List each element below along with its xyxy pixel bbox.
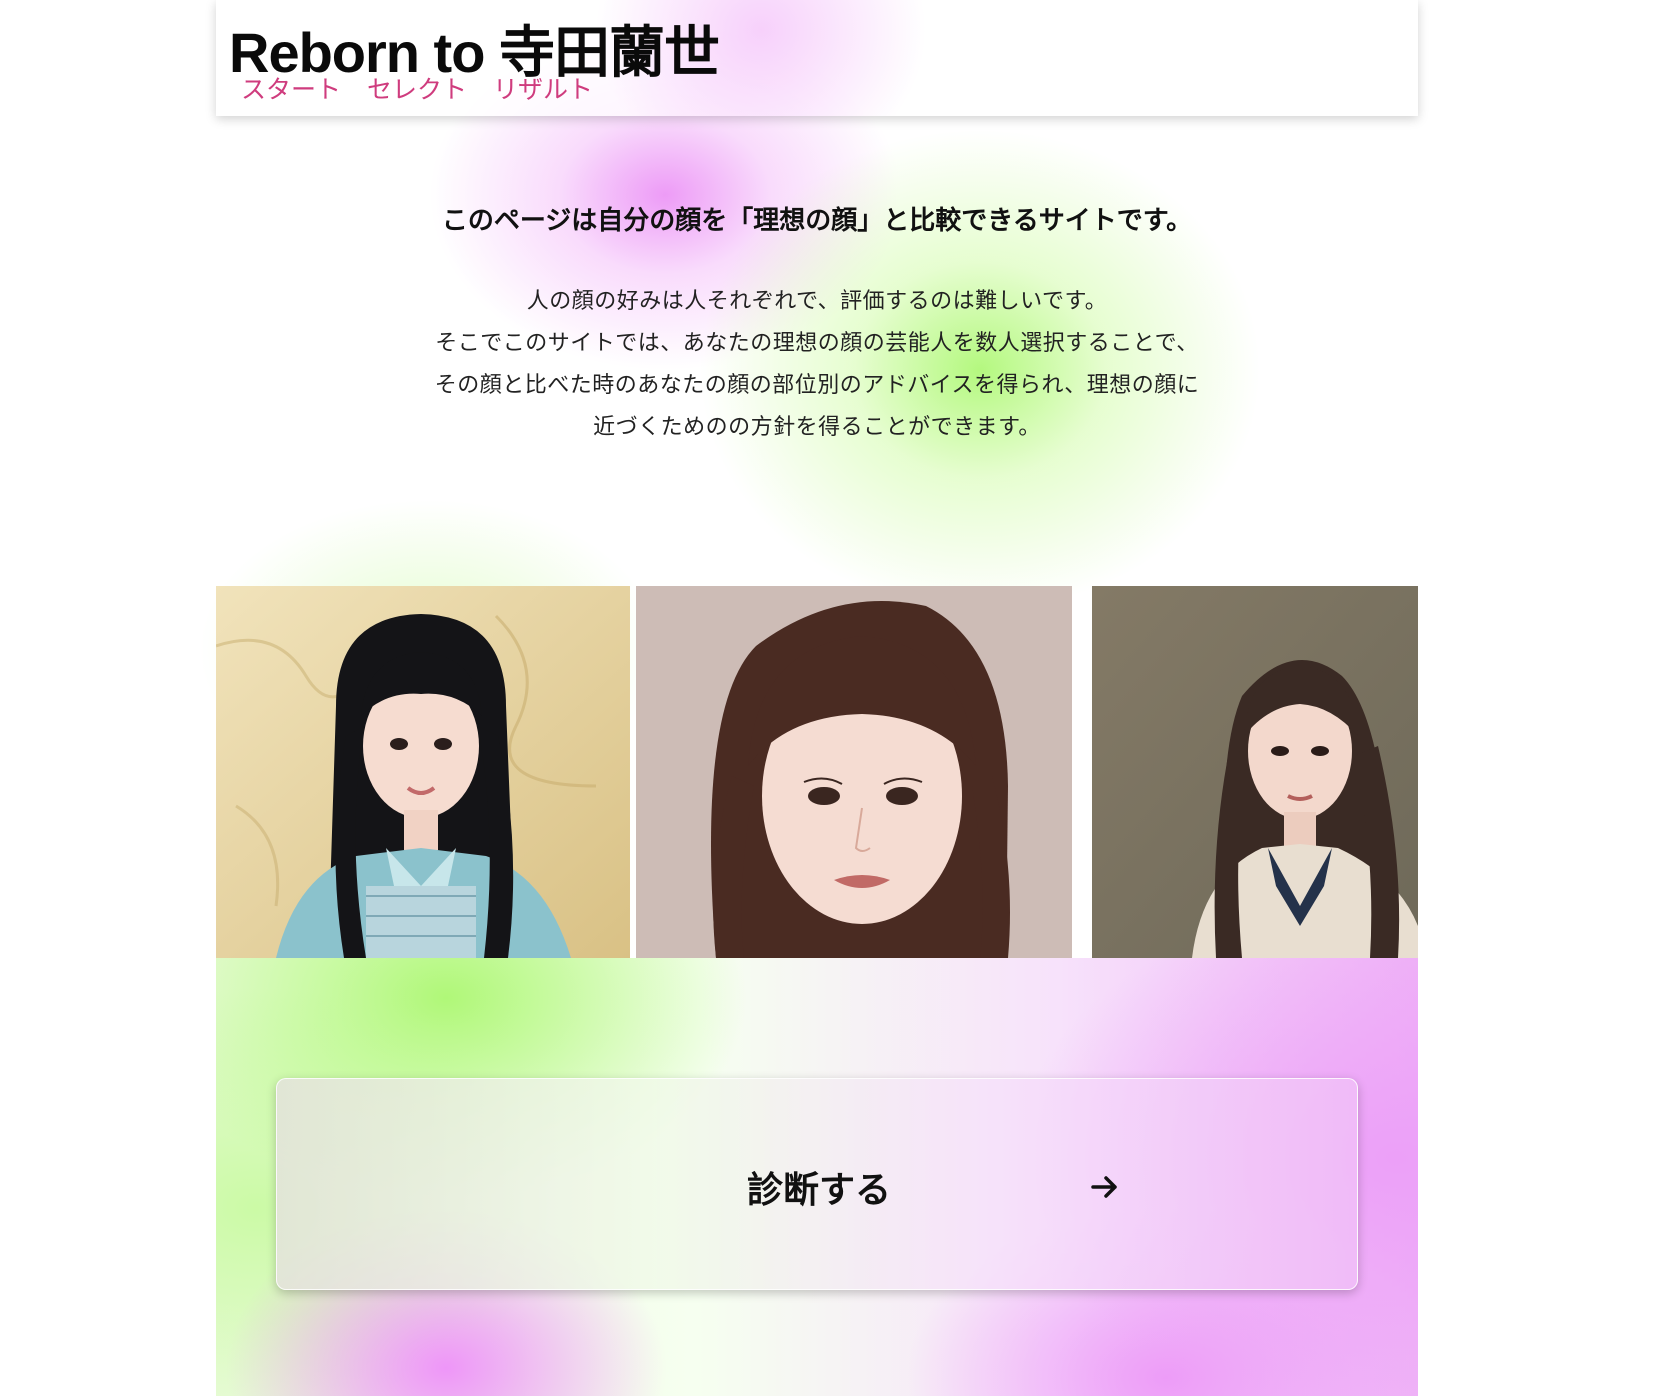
idol-gallery: [216, 586, 1418, 958]
portrait-illustration: [1092, 586, 1418, 958]
intro-line: そこでこのサイトでは、あなたの理想の顔の芸能人を数人選択することで、: [435, 331, 1199, 356]
diagnose-button-label: 診断する: [747, 1170, 892, 1211]
idol-photo-1[interactable]: [216, 586, 630, 958]
diagnose-button[interactable]: 診断する: [276, 1078, 1358, 1290]
intro-line: その顔と比べた時のあなたの顔の部位別のアドバイスを得られ、理想の顔に: [434, 373, 1200, 398]
idol-photo-3[interactable]: [1092, 586, 1418, 958]
idol-photo-2[interactable]: [636, 586, 1072, 958]
main-nav: スタート セレクト リザルト: [241, 70, 593, 106]
portrait-illustration: [216, 586, 630, 958]
intro-body: 人の顔の好みは人それぞれで、評価するのは難しいです。 そこでこのサイトでは、あな…: [216, 281, 1418, 449]
cta-section: 診断する: [216, 958, 1418, 1396]
intro-line: 近づくためのの方針を得ることができます。: [593, 415, 1041, 440]
nav-select[interactable]: セレクト: [367, 70, 467, 106]
arrow-right-icon: [1091, 1176, 1117, 1198]
intro-headline: このページは自分の顔を「理想の顔」と比較できるサイトです。: [441, 206, 1193, 236]
nav-start[interactable]: スタート: [241, 70, 341, 106]
intro-section: このページは自分の顔を「理想の顔」と比較できるサイトです。 人の顔の好みは人それ…: [216, 200, 1418, 449]
intro-line: 人の顔の好みは人それぞれで、評価するのは難しいです。: [526, 289, 1108, 314]
nav-result[interactable]: リザルト: [493, 70, 593, 106]
site-header: Reborn to 寺田蘭世 スタート セレクト リザルト: [216, 0, 1418, 116]
portrait-illustration: [636, 586, 1072, 958]
